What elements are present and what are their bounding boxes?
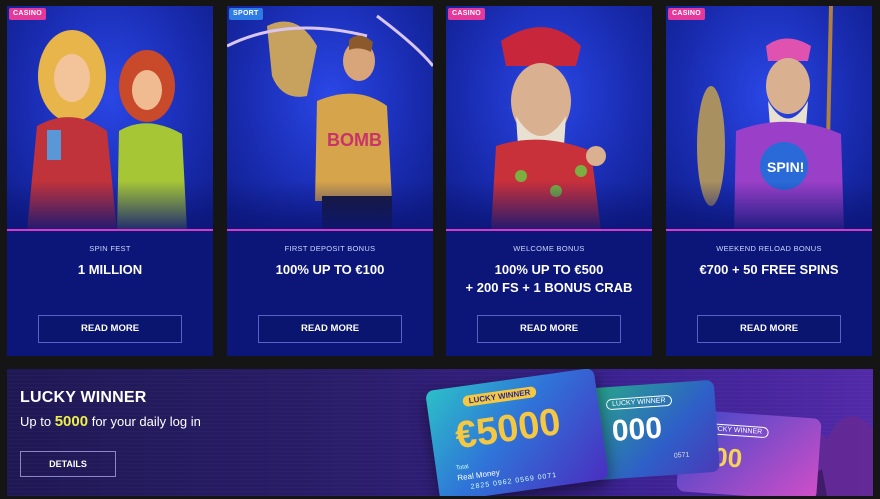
promo-subtitle: WEEKEND RELOAD BONUS bbox=[716, 244, 822, 253]
promo-card-spin-fest[interactable]: CASINO SPIN FEST 1 MILLION READ MORE bbox=[7, 6, 213, 356]
read-more-button[interactable]: READ MORE bbox=[477, 315, 621, 343]
sport-badge: SPORT bbox=[229, 8, 263, 20]
banner-title: LUCKY WINNER bbox=[20, 389, 147, 406]
promo-image-old-man-thumbs-up[interactable] bbox=[446, 6, 652, 231]
casino-badge: CASINO bbox=[668, 8, 706, 20]
svg-text:SPIN!: SPIN! bbox=[767, 159, 804, 175]
read-more-button[interactable]: READ MORE bbox=[258, 315, 402, 343]
promo-subtitle: SPIN FEST bbox=[89, 244, 131, 253]
gift-card-middle: LUCKY WINNER 000 0571 bbox=[588, 379, 721, 481]
promo-title: 100% UP TO €100 bbox=[275, 262, 385, 277]
banner-description: Up to 5000 for your daily log in bbox=[20, 413, 201, 430]
promo-subtitle: FIRST DEPOSIT BONUS bbox=[284, 244, 376, 253]
promo-image-trophy-player[interactable]: BOMB bbox=[227, 6, 433, 231]
promo-card-welcome[interactable]: CASINO WELCOME BONUS 100% UP TO €500 + 2… bbox=[446, 6, 652, 356]
lucky-winner-banner: LUCKY WINNER 000 LUCKY WINNER 000 0571 L… bbox=[7, 369, 873, 496]
read-more-button[interactable]: READ MORE bbox=[38, 315, 182, 343]
svg-text:BOMB: BOMB bbox=[327, 130, 382, 150]
details-button[interactable]: DETAILS bbox=[20, 451, 116, 477]
promo-title: €700 + 50 FREE SPINS bbox=[699, 262, 839, 277]
gift-card-front: LUCKY WINNER €5000 Total Real Money 2825… bbox=[425, 369, 609, 496]
promo-title: 1 MILLION bbox=[77, 262, 143, 277]
read-more-button[interactable]: READ MORE bbox=[697, 315, 841, 343]
promo-card-first-deposit[interactable]: BOMB SPORT FIRST DEPOSIT BONUS 100% UP T… bbox=[227, 6, 433, 356]
promo-image-fisherman[interactable]: SPIN! bbox=[666, 6, 872, 231]
promo-subtitle: WELCOME BONUS bbox=[513, 244, 585, 253]
casino-badge: CASINO bbox=[448, 8, 486, 20]
promo-title: 100% UP TO €500 + 200 FS + 1 BONUS CRAB bbox=[465, 262, 633, 295]
banner-amount: 5000 bbox=[54, 413, 89, 430]
promo-card-weekend-reload[interactable]: SPIN! CASINO WEEKEND RELOAD BONUS €700 +… bbox=[666, 6, 872, 356]
promo-image-two-women[interactable] bbox=[7, 6, 213, 231]
promo-cards: CASINO SPIN FEST 1 MILLION READ MORE BOM… bbox=[7, 6, 873, 356]
casino-badge: CASINO bbox=[9, 8, 47, 20]
